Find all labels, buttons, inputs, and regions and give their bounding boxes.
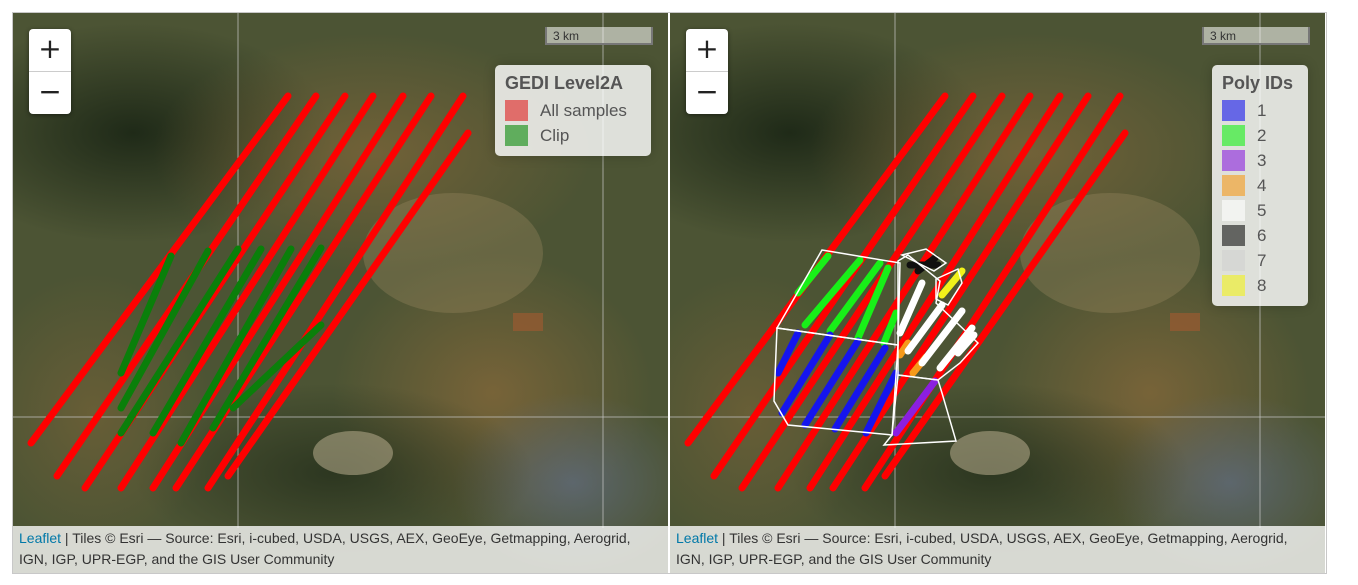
zoom-out-button[interactable]: − xyxy=(686,72,728,114)
legend-swatch xyxy=(1222,150,1245,171)
legend-label: 4 xyxy=(1257,175,1267,195)
legend-title: GEDI Level2A xyxy=(505,73,624,93)
zoom-in-button[interactable]: + xyxy=(29,29,71,72)
attribution: Leaflet | Tiles © Esri — Source: Esri, i… xyxy=(13,526,668,573)
zoom-out-button[interactable]: − xyxy=(29,72,71,114)
legend-swatch xyxy=(505,100,528,121)
scale-bar: 3 km xyxy=(1202,27,1310,45)
legend-item: 5 xyxy=(1222,198,1298,223)
legend-label: 1 xyxy=(1257,100,1267,120)
legend-swatch xyxy=(1222,200,1245,221)
legend-label: All samples xyxy=(540,100,627,120)
legend-swatch xyxy=(1222,250,1245,271)
legend-item: 6 xyxy=(1222,223,1298,248)
legend-swatch xyxy=(1222,125,1245,146)
attribution-text: | Tiles © Esri — Source: Esri, i-cubed, … xyxy=(19,530,631,567)
legend-swatch xyxy=(1222,175,1245,196)
legend-swatch xyxy=(1222,100,1245,121)
legend-item: 8 xyxy=(1222,273,1298,298)
zoom-in-button[interactable]: + xyxy=(686,29,728,72)
legend-item: 4 xyxy=(1222,173,1298,198)
zoom-control: + − xyxy=(29,29,71,114)
leaflet-link[interactable]: Leaflet xyxy=(676,530,718,546)
legend-item: 1 xyxy=(1222,98,1298,123)
legend-label: 2 xyxy=(1257,125,1267,145)
legend-item: 3 xyxy=(1222,148,1298,173)
legend-swatch xyxy=(505,125,528,146)
legend-item: All samples xyxy=(505,98,641,123)
legend-item: 2 xyxy=(1222,123,1298,148)
attribution-text: | Tiles © Esri — Source: Esri, i-cubed, … xyxy=(676,530,1288,567)
legend-label: 5 xyxy=(1257,200,1267,220)
legend-item: 7 xyxy=(1222,248,1298,273)
zoom-control: + − xyxy=(686,29,728,114)
scale-bar: 3 km xyxy=(545,27,653,45)
legend-swatch xyxy=(1222,225,1245,246)
legend-title: Poly IDs xyxy=(1222,73,1294,93)
legend-poly-ids: Poly IDs 1 2 3 4 5 6 7 8 xyxy=(1212,65,1308,306)
map-left[interactable]: + − 3 km GEDI Level2A All samples Clip L… xyxy=(13,13,668,573)
legend-item: Clip xyxy=(505,123,641,148)
legend-label: 3 xyxy=(1257,150,1267,170)
attribution: Leaflet | Tiles © Esri — Source: Esri, i… xyxy=(670,526,1325,573)
legend-label: Clip xyxy=(540,125,570,145)
legend-swatch xyxy=(1222,275,1245,296)
map-right[interactable]: + − 3 km Poly IDs 1 2 3 4 5 6 7 8 Leafle… xyxy=(670,13,1325,573)
legend-label: 6 xyxy=(1257,225,1267,245)
legend-gedi-level2a: GEDI Level2A All samples Clip xyxy=(495,65,651,156)
legend-label: 7 xyxy=(1257,250,1267,270)
legend-label: 8 xyxy=(1257,275,1267,295)
leaflet-link[interactable]: Leaflet xyxy=(19,530,61,546)
